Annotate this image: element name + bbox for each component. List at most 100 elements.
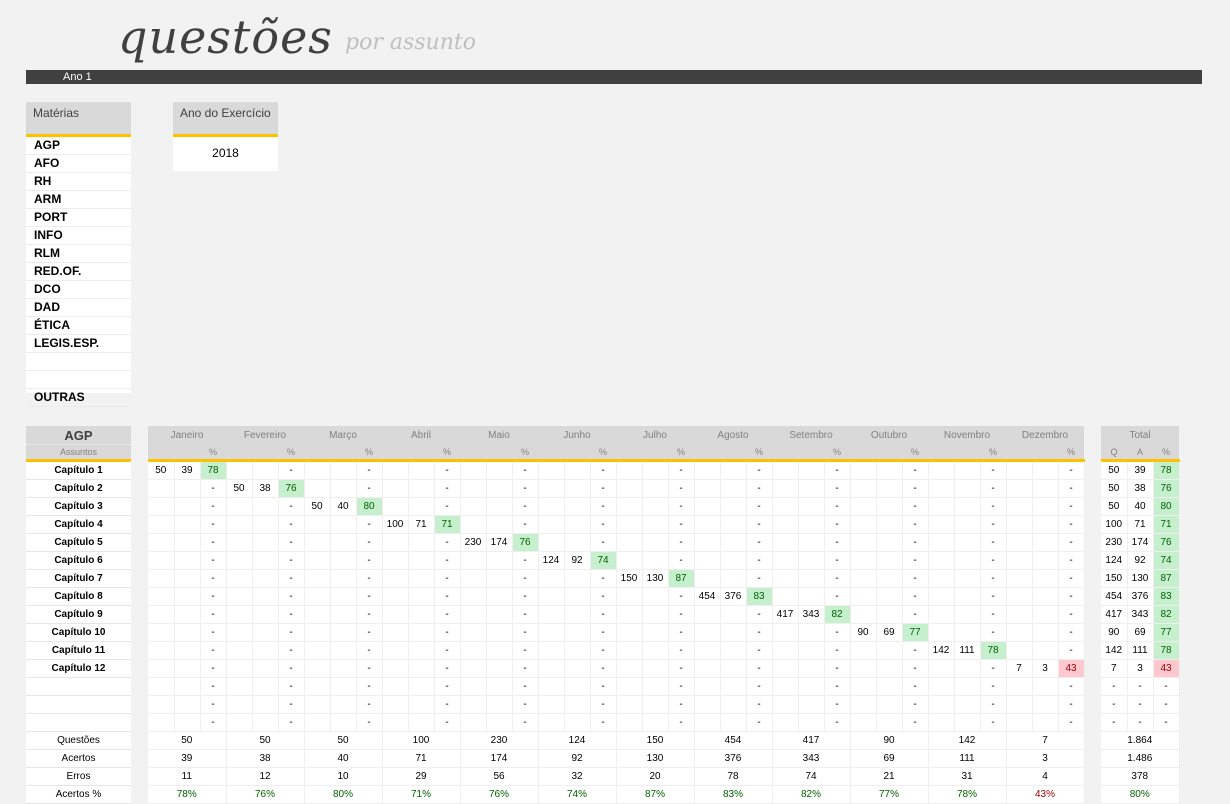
cell-a[interactable] xyxy=(642,551,669,570)
cell-q[interactable] xyxy=(616,713,643,732)
chapter-label[interactable]: Capítulo 11 xyxy=(26,641,131,660)
cell-q[interactable]: 100 xyxy=(382,515,409,534)
cell-q[interactable] xyxy=(1006,641,1033,660)
cell-a[interactable] xyxy=(486,551,513,570)
cell-q[interactable] xyxy=(226,659,253,678)
cell-q[interactable] xyxy=(460,605,487,624)
cell-q[interactable]: 124 xyxy=(538,551,565,570)
cell-q[interactable]: 417 xyxy=(772,605,799,624)
cell-q[interactable] xyxy=(226,641,253,660)
cell-q[interactable] xyxy=(694,533,721,552)
cell-a[interactable]: 111 xyxy=(954,641,981,660)
cell-q[interactable] xyxy=(1006,479,1033,498)
materia-item[interactable]: LEGIS.ESP. xyxy=(26,335,131,353)
cell-a[interactable] xyxy=(1032,587,1059,606)
cell-a[interactable] xyxy=(1032,479,1059,498)
chapter-label[interactable] xyxy=(26,713,131,732)
cell-a[interactable] xyxy=(954,569,981,588)
cell-q[interactable] xyxy=(928,605,955,624)
cell-a[interactable] xyxy=(720,569,747,588)
cell-q[interactable] xyxy=(460,587,487,606)
cell-a[interactable] xyxy=(174,497,201,516)
cell-a[interactable] xyxy=(252,605,279,624)
cell-q[interactable] xyxy=(226,713,253,732)
cell-a[interactable] xyxy=(876,695,903,714)
cell-q[interactable] xyxy=(694,623,721,642)
cell-a[interactable] xyxy=(330,641,357,660)
cell-q[interactable] xyxy=(460,515,487,534)
cell-q[interactable] xyxy=(538,659,565,678)
cell-q[interactable] xyxy=(304,460,331,480)
cell-q[interactable] xyxy=(148,587,175,606)
cell-a[interactable] xyxy=(720,515,747,534)
cell-q[interactable] xyxy=(850,713,877,732)
cell-q[interactable] xyxy=(148,695,175,714)
cell-a[interactable] xyxy=(798,460,825,480)
cell-q[interactable] xyxy=(382,659,409,678)
cell-a[interactable] xyxy=(720,479,747,498)
cell-a[interactable] xyxy=(408,460,435,480)
cell-q[interactable] xyxy=(226,623,253,642)
cell-a[interactable] xyxy=(954,587,981,606)
chapter-label[interactable]: Capítulo 5 xyxy=(26,533,131,552)
cell-q[interactable] xyxy=(694,605,721,624)
cell-a[interactable] xyxy=(1032,569,1059,588)
cell-a[interactable] xyxy=(486,677,513,696)
cell-q[interactable] xyxy=(772,497,799,516)
cell-a[interactable] xyxy=(876,515,903,534)
cell-q[interactable] xyxy=(538,641,565,660)
cell-q[interactable] xyxy=(850,695,877,714)
cell-q[interactable] xyxy=(304,713,331,732)
cell-q[interactable] xyxy=(460,569,487,588)
cell-a[interactable] xyxy=(486,497,513,516)
cell-a[interactable] xyxy=(720,713,747,732)
cell-a[interactable] xyxy=(486,695,513,714)
cell-q[interactable] xyxy=(616,605,643,624)
chapter-label[interactable]: Capítulo 7 xyxy=(26,569,131,588)
cell-a[interactable] xyxy=(252,587,279,606)
cell-q[interactable] xyxy=(616,551,643,570)
cell-q[interactable] xyxy=(1006,605,1033,624)
cell-q[interactable] xyxy=(148,623,175,642)
cell-q[interactable] xyxy=(382,623,409,642)
cell-q[interactable] xyxy=(616,677,643,696)
cell-q[interactable] xyxy=(382,587,409,606)
cell-q[interactable]: 142 xyxy=(928,641,955,660)
cell-q[interactable] xyxy=(1006,569,1033,588)
cell-a[interactable] xyxy=(642,460,669,480)
cell-q[interactable] xyxy=(694,659,721,678)
cell-a[interactable] xyxy=(408,695,435,714)
cell-a[interactable] xyxy=(174,695,201,714)
cell-q[interactable] xyxy=(1006,551,1033,570)
cell-q[interactable] xyxy=(538,713,565,732)
cell-q[interactable] xyxy=(304,551,331,570)
cell-q[interactable] xyxy=(382,460,409,480)
cell-a[interactable] xyxy=(798,659,825,678)
cell-a[interactable] xyxy=(876,551,903,570)
cell-q[interactable] xyxy=(226,533,253,552)
cell-q[interactable] xyxy=(850,533,877,552)
cell-a[interactable] xyxy=(798,497,825,516)
cell-a[interactable] xyxy=(408,569,435,588)
cell-q[interactable] xyxy=(382,533,409,552)
cell-a[interactable] xyxy=(876,641,903,660)
cell-q[interactable]: 150 xyxy=(616,569,643,588)
cell-q[interactable] xyxy=(538,695,565,714)
cell-a[interactable] xyxy=(330,587,357,606)
cell-q[interactable] xyxy=(616,587,643,606)
cell-a[interactable] xyxy=(642,479,669,498)
cell-a[interactable] xyxy=(798,713,825,732)
cell-q[interactable] xyxy=(460,479,487,498)
cell-q[interactable] xyxy=(538,569,565,588)
cell-q[interactable] xyxy=(148,677,175,696)
cell-a[interactable] xyxy=(1032,551,1059,570)
cell-q[interactable] xyxy=(928,695,955,714)
cell-q[interactable] xyxy=(850,587,877,606)
cell-a[interactable] xyxy=(798,641,825,660)
cell-a[interactable] xyxy=(954,659,981,678)
cell-a[interactable] xyxy=(642,587,669,606)
cell-q[interactable] xyxy=(772,460,799,480)
cell-q[interactable] xyxy=(226,677,253,696)
cell-q[interactable] xyxy=(304,695,331,714)
cell-q[interactable] xyxy=(850,479,877,498)
